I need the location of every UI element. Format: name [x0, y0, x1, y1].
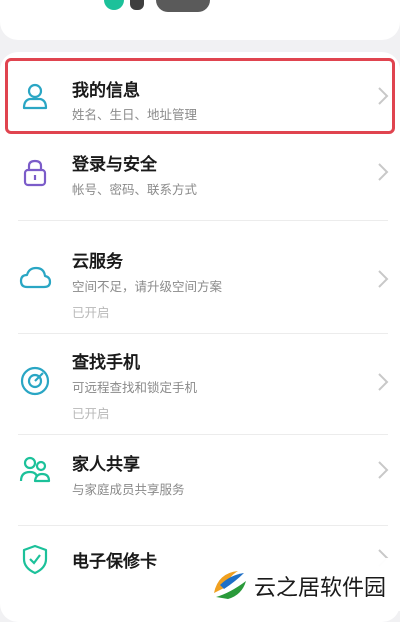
highlight-box	[5, 58, 395, 134]
family-icon	[19, 456, 51, 483]
menu-item-subtitle: 可远程查找和锁定手机	[72, 380, 198, 395]
menu-item-title: 查找手机	[72, 353, 140, 373]
menu-item-cloud-service[interactable]: 云服务 空间不足，请升级空间方案 已开启	[0, 221, 400, 333]
chevron-right-icon	[378, 270, 389, 288]
menu-item-login-security[interactable]: 登录与安全 帐号、密码、联系方式	[0, 150, 400, 220]
shield-icon	[22, 544, 48, 575]
menu-item-family-sharing[interactable]: 家人共享 与家庭成员共享服务	[0, 435, 400, 525]
badge-icon	[130, 0, 144, 10]
status-badge	[104, 0, 124, 10]
menu-item-title: 登录与安全	[72, 155, 157, 175]
account-header-card	[0, 0, 400, 40]
chevron-right-icon	[378, 461, 389, 479]
badge-pill	[156, 0, 210, 12]
menu-item-status: 已开启	[72, 406, 110, 421]
chevron-right-icon	[378, 373, 389, 391]
menu-item-find-phone[interactable]: 查找手机 可远程查找和锁定手机 已开启	[0, 334, 400, 434]
menu-item-title: 电子保修卡	[72, 552, 157, 572]
site-logo-icon	[214, 571, 246, 599]
menu-item-title: 家人共享	[72, 455, 140, 475]
menu-item-subtitle: 与家庭成员共享服务	[72, 482, 185, 497]
watermark: 云之居软件园	[202, 558, 400, 611]
watermark-text: 云之居软件园	[254, 576, 387, 601]
menu-item-status: 已开启	[72, 305, 110, 320]
menu-item-title: 云服务	[72, 252, 123, 272]
lock-icon	[23, 159, 47, 187]
menu-item-subtitle: 空间不足，请升级空间方案	[72, 279, 223, 294]
locate-icon	[20, 366, 50, 396]
cloud-icon	[19, 266, 52, 289]
chevron-right-icon	[378, 163, 389, 181]
menu-item-subtitle: 帐号、密码、联系方式	[72, 182, 198, 197]
